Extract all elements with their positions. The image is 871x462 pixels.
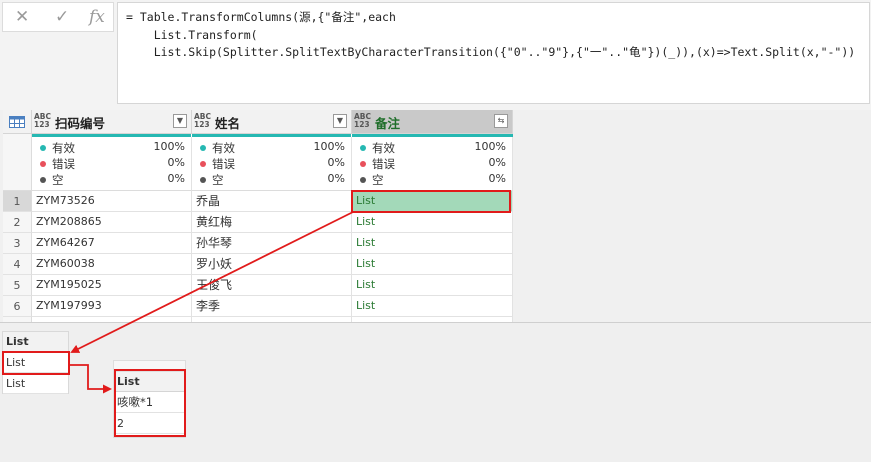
arrow-to-list-preview bbox=[70, 211, 354, 353]
arrow-to-nested-preview bbox=[70, 364, 112, 394]
annotation-arrows bbox=[70, 211, 354, 394]
